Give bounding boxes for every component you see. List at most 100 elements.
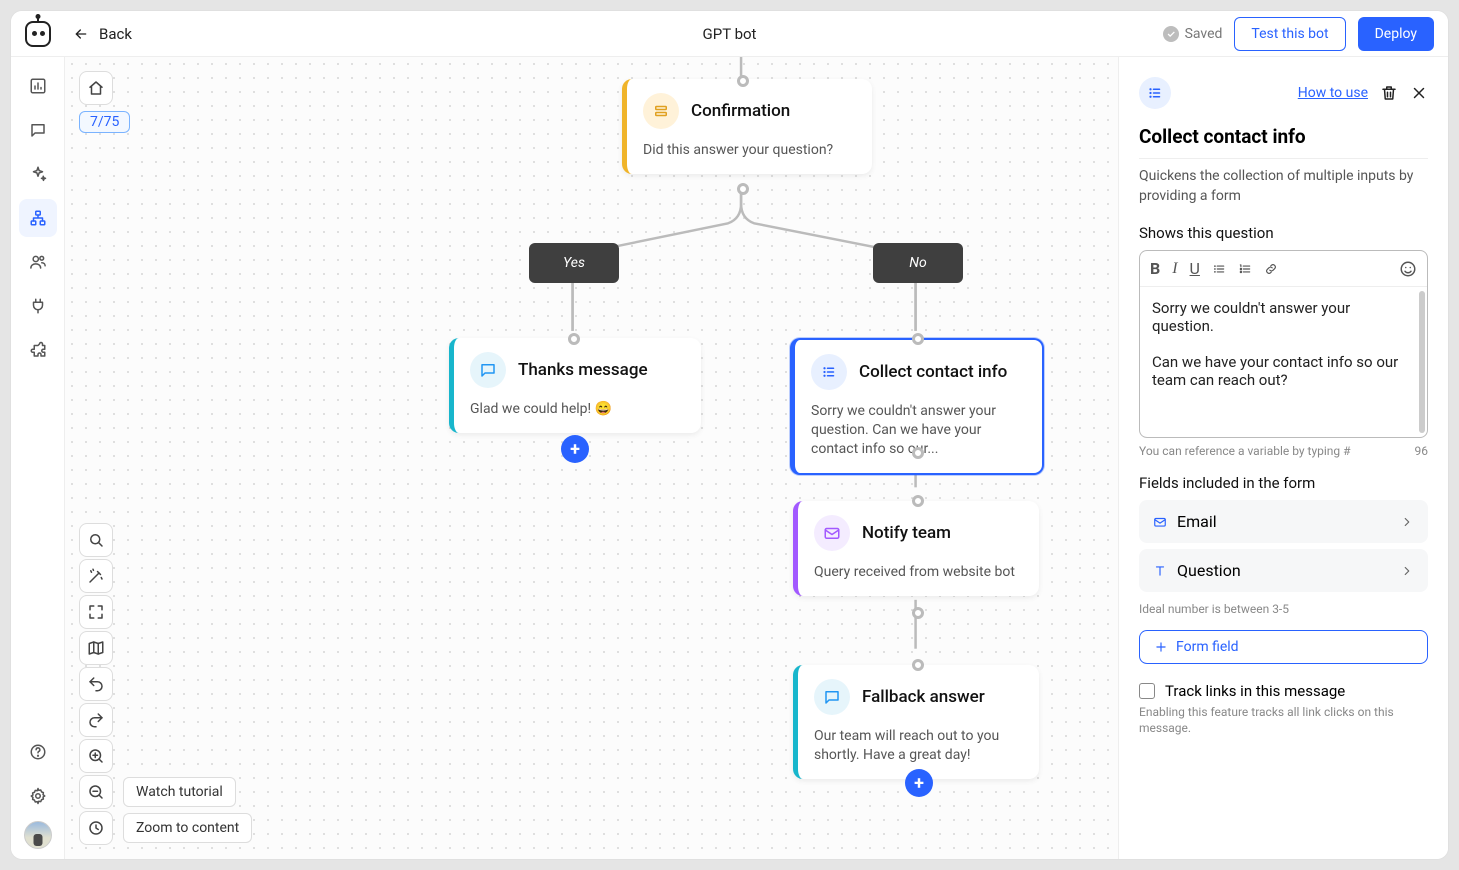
check-icon bbox=[1163, 26, 1179, 42]
char-count: 96 bbox=[1415, 444, 1429, 458]
inspector-panel: How to use Collect contact info Quickens… bbox=[1118, 57, 1448, 859]
saved-indicator: Saved bbox=[1163, 26, 1223, 42]
connector-dot[interactable] bbox=[912, 607, 924, 619]
branch-yes[interactable]: Yes bbox=[529, 243, 619, 283]
delete-button[interactable] bbox=[1380, 84, 1398, 102]
sidebar-item-contacts[interactable] bbox=[19, 243, 57, 281]
how-to-use-link[interactable]: How to use bbox=[1298, 85, 1368, 101]
redo-icon bbox=[87, 711, 105, 729]
form-field-question[interactable]: Question bbox=[1139, 549, 1428, 592]
panel-title: Collect contact info bbox=[1139, 125, 1428, 159]
editor-toolbar: B I U bbox=[1140, 251, 1427, 287]
sidebar-item-settings[interactable] bbox=[19, 777, 57, 815]
ideal-hint: Ideal number is between 3-5 bbox=[1139, 602, 1428, 616]
track-links-checkbox[interactable]: Track links in this message bbox=[1139, 682, 1428, 700]
node-thanks-message[interactable]: Thanks message Glad we could help! 😄 bbox=[449, 338, 701, 433]
flow-canvas[interactable]: 7/75 Confirmation Did this answer your bbox=[65, 57, 1118, 859]
italic-icon[interactable]: I bbox=[1172, 260, 1177, 278]
tool-undo[interactable] bbox=[79, 667, 113, 701]
tool-recent[interactable] bbox=[79, 811, 113, 845]
connector-dot[interactable] bbox=[912, 659, 924, 671]
branch-no[interactable]: No bbox=[873, 243, 963, 283]
back-label: Back bbox=[99, 25, 132, 43]
zoom-out-icon bbox=[87, 783, 105, 801]
clock-icon bbox=[87, 819, 105, 837]
close-button[interactable] bbox=[1410, 84, 1428, 102]
watch-tutorial-button[interactable]: Watch tutorial bbox=[123, 777, 236, 807]
undo-icon bbox=[87, 675, 105, 693]
close-icon bbox=[1410, 84, 1428, 102]
sidebar-item-conversations[interactable] bbox=[19, 111, 57, 149]
tool-magic[interactable] bbox=[79, 559, 113, 593]
sidebar-item-help[interactable] bbox=[19, 733, 57, 771]
add-node-button[interactable]: + bbox=[905, 769, 933, 797]
zoom-to-content-button[interactable]: Zoom to content bbox=[123, 813, 252, 843]
sidebar bbox=[11, 57, 65, 859]
page-title[interactable]: GPT bot bbox=[703, 25, 757, 43]
numbered-list-icon[interactable] bbox=[1238, 262, 1252, 276]
gear-icon bbox=[29, 787, 47, 805]
panel-description: Quickens the collection of multiple inpu… bbox=[1139, 167, 1428, 206]
sidebar-item-extensions[interactable] bbox=[19, 331, 57, 369]
topbar: Back GPT bot Saved Test this bot Deploy bbox=[11, 11, 1448, 57]
question-label: Shows this question bbox=[1139, 224, 1428, 242]
canvas-home-button[interactable] bbox=[79, 71, 113, 105]
connector-dot[interactable] bbox=[737, 75, 749, 87]
node-fallback-answer[interactable]: Fallback answer Our team will reach out … bbox=[793, 665, 1039, 779]
chat-bubble-icon bbox=[814, 679, 850, 715]
scrollbar[interactable] bbox=[1419, 291, 1425, 433]
question-editor[interactable]: B I U Sorry we couldn't answer your ques… bbox=[1139, 250, 1428, 438]
emoji-icon[interactable] bbox=[1399, 260, 1417, 278]
connector-dot[interactable] bbox=[912, 447, 924, 459]
sidebar-item-analytics[interactable] bbox=[19, 67, 57, 105]
connector-dot[interactable] bbox=[912, 333, 924, 345]
tool-zoom-out[interactable] bbox=[79, 775, 113, 809]
chevron-right-icon bbox=[1400, 515, 1414, 529]
deploy-button[interactable]: Deploy bbox=[1358, 17, 1434, 51]
tool-expand[interactable] bbox=[79, 595, 113, 629]
trash-icon bbox=[1380, 84, 1398, 102]
connector-dot[interactable] bbox=[568, 333, 580, 345]
plug-icon bbox=[29, 297, 47, 315]
add-node-button[interactable]: + bbox=[561, 435, 589, 463]
tool-zoom-in[interactable] bbox=[79, 739, 113, 773]
wand-icon bbox=[87, 567, 105, 585]
sidebar-item-ai[interactable] bbox=[19, 155, 57, 193]
chevron-right-icon bbox=[1400, 564, 1414, 578]
bold-icon[interactable]: B bbox=[1150, 259, 1160, 278]
sparkle-icon bbox=[29, 165, 47, 183]
test-this-bot-button[interactable]: Test this bot bbox=[1234, 17, 1345, 51]
underline-icon[interactable]: U bbox=[1190, 259, 1200, 278]
form-field-email[interactable]: Email bbox=[1139, 500, 1428, 543]
node-counter: 7/75 bbox=[79, 111, 130, 133]
node-confirmation[interactable]: Confirmation Did this answer your questi… bbox=[622, 79, 872, 174]
back-button[interactable]: Back bbox=[73, 25, 132, 43]
canvas-tools: Watch tutorial Zoom to content bbox=[79, 523, 252, 845]
help-icon bbox=[29, 743, 47, 761]
sidebar-item-integrations[interactable] bbox=[19, 287, 57, 325]
chat-icon bbox=[29, 121, 47, 139]
back-arrow-icon bbox=[73, 26, 89, 42]
map-icon bbox=[87, 639, 105, 657]
chat-bubble-icon bbox=[470, 352, 506, 388]
sidebar-item-flow[interactable] bbox=[19, 199, 57, 237]
track-links-help: Enabling this feature tracks all link cl… bbox=[1139, 704, 1428, 736]
tool-redo[interactable] bbox=[79, 703, 113, 737]
app-logo bbox=[25, 21, 51, 47]
add-form-field-button[interactable]: Form field bbox=[1139, 630, 1428, 664]
tool-search[interactable] bbox=[79, 523, 113, 557]
flow-icon bbox=[29, 209, 47, 227]
mail-icon bbox=[1153, 515, 1167, 529]
bullet-list-icon[interactable] bbox=[1212, 262, 1226, 276]
link-icon[interactable] bbox=[1264, 262, 1278, 276]
connector-dot[interactable] bbox=[912, 495, 924, 507]
node-notify-team[interactable]: Notify team Query received from website … bbox=[793, 501, 1039, 596]
list-select-icon bbox=[643, 93, 679, 129]
form-list-icon bbox=[811, 354, 847, 390]
text-icon bbox=[1153, 564, 1167, 578]
connector-dot[interactable] bbox=[737, 183, 749, 195]
question-textarea[interactable]: Sorry we couldn't answer your question. … bbox=[1140, 287, 1427, 437]
tool-map[interactable] bbox=[79, 631, 113, 665]
user-avatar[interactable] bbox=[24, 821, 52, 849]
zoom-in-icon bbox=[87, 747, 105, 765]
